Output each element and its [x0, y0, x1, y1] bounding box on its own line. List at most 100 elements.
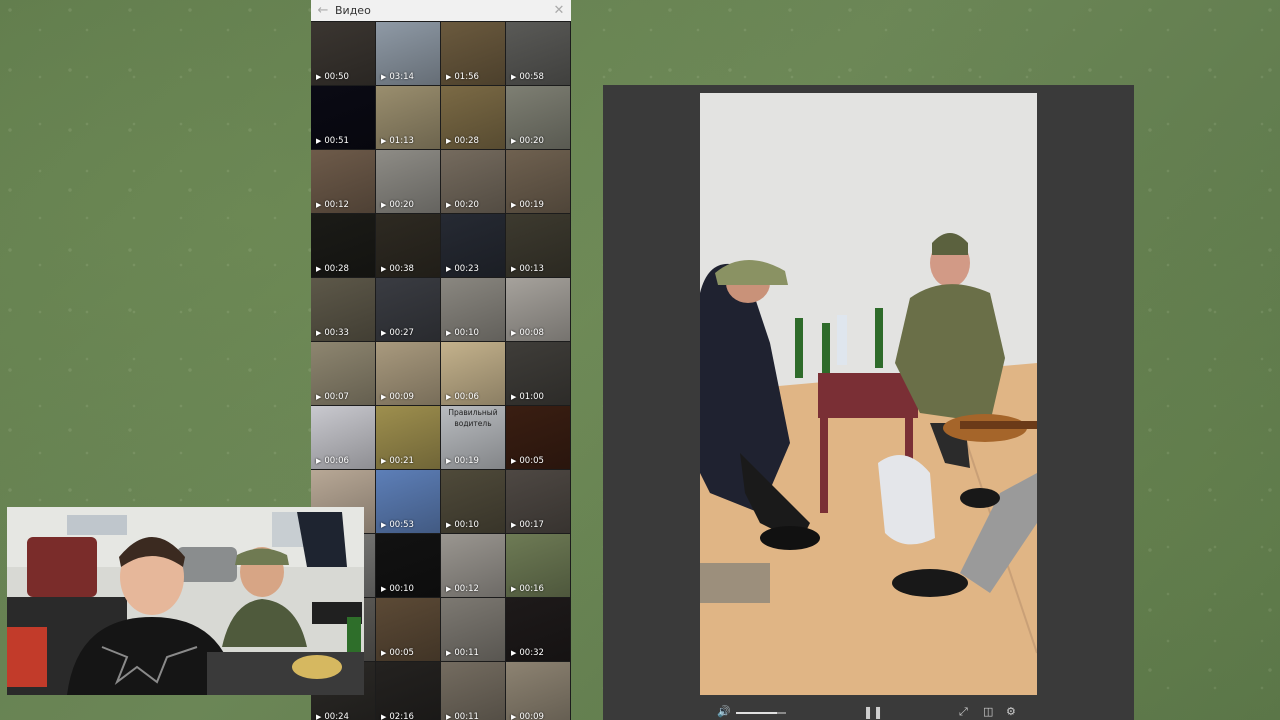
duration-text: 00:20	[389, 200, 414, 210]
video-thumbnail[interactable]: ▶ 01:13	[376, 86, 440, 149]
video-thumbnail[interactable]: ▶ 00:09	[506, 662, 570, 720]
duration-text: 01:00	[519, 392, 544, 402]
video-thumbnail[interactable]: ▶ 00:58	[506, 22, 570, 85]
video-thumbnail[interactable]: ▶ 00:28	[441, 86, 505, 149]
duration-text: 00:32	[519, 648, 544, 658]
video-player[interactable]: 🔊 ❚❚ ⤢ ◫ ⚙	[603, 85, 1134, 720]
duration-text: 02:16	[389, 712, 414, 720]
video-thumbnail[interactable]: ▶ 00:28	[311, 214, 375, 277]
video-thumbnail[interactable]: ▶ 00:10	[441, 470, 505, 533]
player-controls: 🔊 ❚❚ ⤢ ◫ ⚙	[603, 705, 1134, 720]
video-thumbnail[interactable]: ▶ 00:08	[506, 278, 570, 341]
video-thumbnail[interactable]: ▶ 00:06	[441, 342, 505, 405]
volume-slider[interactable]	[736, 712, 786, 714]
play-icon: ▶	[446, 713, 452, 720]
duration-text: 00:10	[454, 520, 479, 530]
play-icon: ▶	[446, 137, 452, 145]
close-icon[interactable]: ✕	[547, 3, 571, 18]
video-thumbnail[interactable]: ▶ 00:05	[376, 598, 440, 661]
video-duration: ▶ 00:28	[446, 136, 479, 146]
video-thumbnail[interactable]: ▶ 01:00	[506, 342, 570, 405]
video-thumbnail[interactable]: ▶ 00:10	[376, 534, 440, 597]
video-thumbnail[interactable]: ▶ 00:53	[376, 470, 440, 533]
video-thumbnail[interactable]: ▶ 00:51	[311, 86, 375, 149]
play-icon: ▶	[446, 73, 452, 81]
duration-text: 00:06	[324, 456, 349, 466]
duration-text: 00:17	[519, 520, 544, 530]
video-thumbnail[interactable]: ▶ 00:09	[376, 342, 440, 405]
duration-text: 00:20	[519, 136, 544, 146]
video-thumbnail[interactable]: ▶ 00:19	[506, 150, 570, 213]
fullscreen-icon[interactable]: ⤢	[959, 705, 968, 719]
video-thumbnail[interactable]: ▶ 00:23	[441, 214, 505, 277]
video-thumbnail[interactable]: ▶ 00:12	[311, 150, 375, 213]
play-icon: ▶	[381, 713, 387, 720]
video-duration: ▶ 00:09	[381, 392, 414, 402]
picture-in-picture-icon[interactable]: ◫	[983, 705, 993, 718]
video-duration: ▶ 00:11	[446, 712, 479, 720]
play-icon: ▶	[446, 521, 452, 529]
duration-text: 01:13	[389, 136, 414, 146]
video-duration: ▶ 01:13	[381, 136, 414, 146]
duration-text: 00:10	[389, 584, 414, 594]
duration-text: 03:14	[389, 72, 414, 82]
play-icon: ▶	[446, 265, 452, 273]
video-thumbnail[interactable]: ▶ 00:05	[506, 406, 570, 469]
video-thumbnail[interactable]: ▶ 01:56	[441, 22, 505, 85]
video-thumbnail[interactable]: ▶ 00:11	[441, 662, 505, 720]
video-thumbnail[interactable]: ▶ 00:32	[506, 598, 570, 661]
video-duration: ▶ 00:20	[446, 200, 479, 210]
play-icon: ▶	[511, 73, 517, 81]
play-icon: ▶	[446, 393, 452, 401]
video-thumbnail[interactable]: ▶ 00:50	[311, 22, 375, 85]
video-duration: ▶ 00:58	[511, 72, 544, 82]
video-duration: ▶ 00:53	[381, 520, 414, 530]
play-icon: ▶	[511, 585, 517, 593]
duration-text: 00:11	[454, 648, 479, 658]
video-thumbnail[interactable]: ▶ 03:14	[376, 22, 440, 85]
arrow-left-icon[interactable]: ←	[311, 3, 335, 18]
play-icon: ▶	[446, 457, 452, 465]
video-duration: ▶ 00:07	[316, 392, 349, 402]
settings-gear-icon[interactable]: ⚙	[1006, 705, 1016, 718]
video-thumbnail[interactable]: ▶ 00:20	[376, 150, 440, 213]
duration-text: 00:12	[324, 200, 349, 210]
video-thumbnail[interactable]: ▶ 00:13	[506, 214, 570, 277]
video-duration: ▶ 00:21	[381, 456, 414, 466]
volume-icon[interactable]: 🔊	[717, 705, 731, 718]
video-thumbnail[interactable]: ▶ 00:38	[376, 214, 440, 277]
video-duration: ▶ 00:20	[381, 200, 414, 210]
video-thumbnail[interactable]: ▶ 00:20	[441, 150, 505, 213]
duration-text: 00:09	[389, 392, 414, 402]
video-thumbnail[interactable]: ▶ 00:07	[311, 342, 375, 405]
video-duration: ▶ 00:32	[511, 648, 544, 658]
video-thumbnail[interactable]: ▶ 00:17	[506, 470, 570, 533]
play-icon: ▶	[381, 521, 387, 529]
duration-text: 00:09	[519, 712, 544, 720]
play-icon: ▶	[316, 329, 322, 337]
duration-text: 00:05	[389, 648, 414, 658]
duration-text: 00:08	[519, 328, 544, 338]
video-thumbnail[interactable]: Правильный водитель ▶ 00:19	[441, 406, 505, 469]
video-thumbnail[interactable]: ▶ 00:21	[376, 406, 440, 469]
video-thumbnail[interactable]: ▶ 00:16	[506, 534, 570, 597]
video-duration: ▶ 02:16	[381, 712, 414, 720]
video-thumbnail[interactable]: ▶ 00:27	[376, 278, 440, 341]
video-thumbnail[interactable]: ▶ 00:12	[441, 534, 505, 597]
video-thumbnail[interactable]: ▶ 02:16	[376, 662, 440, 720]
video-thumbnail[interactable]: ▶ 00:06	[311, 406, 375, 469]
video-thumbnail[interactable]: ▶ 00:11	[441, 598, 505, 661]
duration-text: 00:21	[389, 456, 414, 466]
video-duration: ▶ 00:38	[381, 264, 414, 274]
play-icon: ▶	[381, 201, 387, 209]
play-icon: ▶	[446, 201, 452, 209]
video-frame[interactable]	[700, 93, 1037, 695]
play-icon: ▶	[316, 457, 322, 465]
video-thumbnail[interactable]: ▶ 00:10	[441, 278, 505, 341]
play-icon: ▶	[316, 393, 322, 401]
duration-text: 00:53	[389, 520, 414, 530]
video-duration: ▶ 00:10	[381, 584, 414, 594]
pause-icon[interactable]: ❚❚	[863, 705, 883, 719]
video-thumbnail[interactable]: ▶ 00:20	[506, 86, 570, 149]
video-thumbnail[interactable]: ▶ 00:33	[311, 278, 375, 341]
